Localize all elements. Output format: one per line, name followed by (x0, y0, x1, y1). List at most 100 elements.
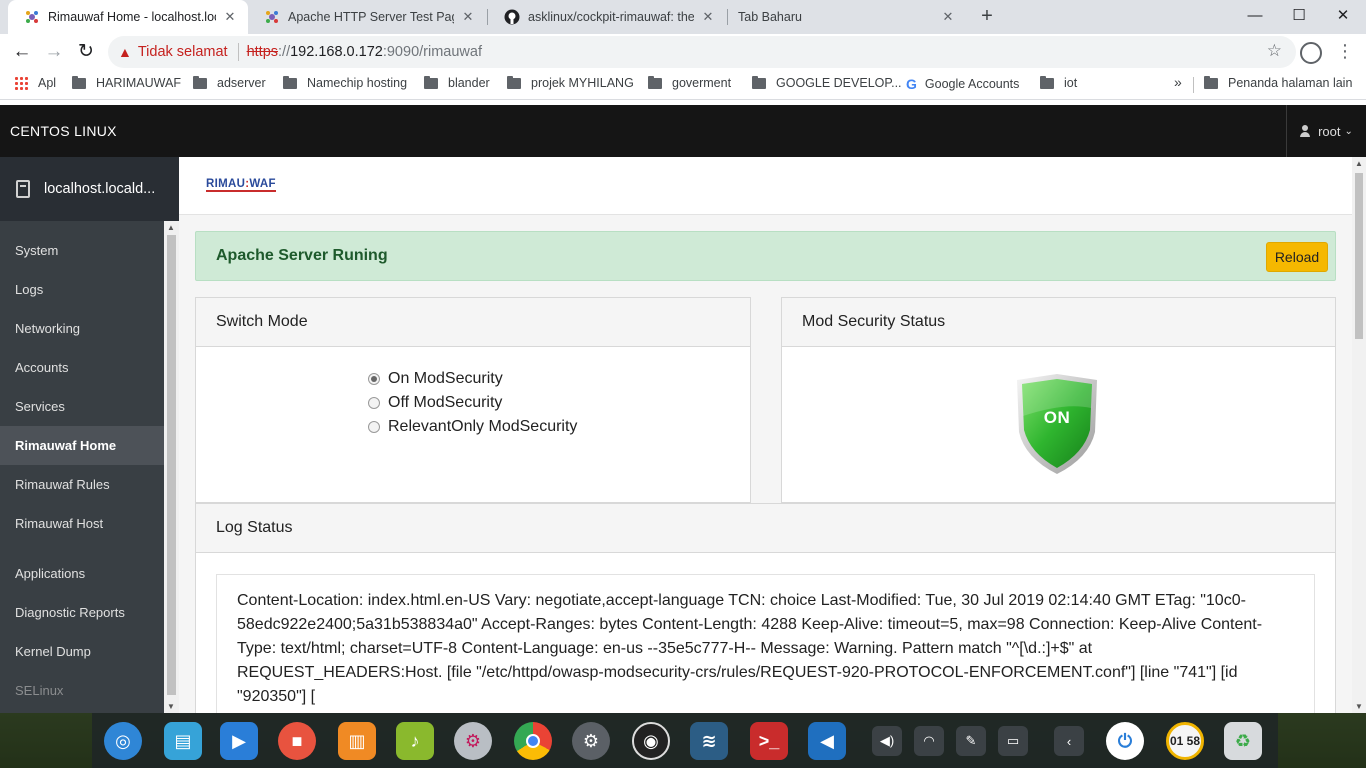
terminal-icon[interactable]: >_ (750, 722, 788, 760)
extension-icon[interactable] (1300, 42, 1322, 64)
sidebar-item-accounts[interactable]: Accounts (0, 348, 164, 387)
host-switcher[interactable]: localhost.locald... (0, 157, 179, 221)
power-icon[interactable]: ⏻ (1106, 722, 1144, 760)
tab-rimauwaf-home[interactable]: Rimauwaf Home - localhost.loc ✕ (8, 0, 248, 34)
cockpit-header: CENTOS LINUX root ⌄ (0, 105, 1366, 157)
bookmark-folder[interactable]: Namechip hosting (283, 75, 407, 90)
radio-off-modsecurity[interactable]: Off ModSecurity (368, 394, 502, 412)
sidebar-item-logs[interactable]: Logs (0, 270, 164, 309)
rimauwaf-logo: RIMAU:WAF (206, 178, 276, 192)
scroll-down-icon[interactable]: ▼ (167, 702, 175, 711)
address-bar[interactable]: ▲ Tidak selamat https://192.168.0.172:90… (108, 36, 1296, 68)
folder-icon (648, 75, 662, 89)
other-bookmarks[interactable]: Penanda halaman lain (1204, 75, 1352, 90)
user-menu[interactable]: root ⌄ (1286, 105, 1366, 157)
settings-gear-icon[interactable]: ⚙ (454, 722, 492, 760)
main-scrollbar[interactable]: ▲ ▼ (1352, 157, 1366, 713)
dock: ◎ ▤ ▶ ■ ▥ ♪ ⚙ ⚙ ◉ ≋ >_ ◀ ◀) ◠ ✎ ▭ ‹ ⏻ 01… (92, 713, 1278, 768)
bookmark-google-accounts[interactable]: G Google Accounts (906, 76, 1019, 92)
maximize-button[interactable]: ☐ (1277, 0, 1321, 34)
back-button[interactable]: ← (8, 38, 36, 66)
music-player-icon[interactable]: ♪ (396, 722, 434, 760)
panel-header: Mod Security Status (782, 298, 1335, 347)
tab-github-repo[interactable]: asklinux/cockpit-rimauwaf: the ✕ (488, 0, 726, 34)
brand-title: CENTOS LINUX (10, 123, 117, 139)
reload-button[interactable]: ↻ (72, 38, 100, 66)
close-window-button[interactable]: ✕ (1321, 0, 1365, 34)
bookmark-star-icon[interactable]: ☆ (1267, 41, 1282, 61)
url-scheme: https (246, 44, 279, 60)
panel-title: Mod Security Status (802, 313, 946, 330)
radio-button[interactable] (368, 397, 380, 409)
sidebar-item-rimauwaf-home[interactable]: Rimauwaf Home (0, 426, 164, 465)
volume-icon[interactable]: ◀) (872, 726, 902, 756)
tab-apache-test-page[interactable]: Apache HTTP Server Test Page ✕ (248, 0, 486, 34)
forward-button[interactable]: → (40, 38, 68, 66)
bookmark-folder[interactable]: iot (1040, 75, 1078, 90)
radio-button[interactable] (368, 421, 380, 433)
bookmark-apps[interactable]: Apl (14, 76, 56, 90)
sidebar-item-system[interactable]: System (0, 231, 164, 270)
chrome-icon[interactable] (514, 722, 552, 760)
log-status-panel: Log Status Content-Location: index.html.… (195, 503, 1336, 713)
panel-header: Switch Mode (196, 298, 750, 347)
sidebar-item-selinux[interactable]: SELinux (0, 671, 164, 710)
scroll-down-icon[interactable]: ▼ (1355, 702, 1363, 711)
browser-menu-icon[interactable]: ⋮ (1336, 41, 1354, 62)
launcher-icon[interactable]: ◎ (104, 722, 142, 760)
close-tab-icon[interactable]: ✕ (222, 9, 238, 25)
minimize-button[interactable]: — (1233, 0, 1277, 34)
radio-button[interactable] (368, 373, 380, 385)
reload-button[interactable]: Reload (1266, 242, 1328, 272)
trash-icon[interactable]: ♻ (1224, 722, 1262, 760)
radio-relevantonly-modsecurity[interactable]: RelevantOnly ModSecurity (368, 418, 577, 436)
scroll-up-icon[interactable]: ▲ (1355, 159, 1363, 168)
sidebar-scroll-thumb[interactable] (167, 235, 176, 695)
video-player-icon[interactable]: ▶ (220, 722, 258, 760)
steam-icon[interactable]: ⚙ (572, 722, 610, 760)
tab-new-tab[interactable]: Tab Baharu ✕ (728, 0, 966, 34)
sidebar-item-rimauwaf-rules[interactable]: Rimauwaf Rules (0, 465, 164, 504)
bookmark-folder[interactable]: projek MYHILANG (507, 75, 634, 90)
bookmarks-overflow-button[interactable]: » (1174, 74, 1182, 90)
obs-studio-icon[interactable]: ◉ (632, 722, 670, 760)
mysql-workbench-icon[interactable]: ≋ (690, 722, 728, 760)
sidebar-item-diagnostic-reports[interactable]: Diagnostic Reports (0, 593, 164, 632)
sidebar-item-rimauwaf-host[interactable]: Rimauwaf Host (0, 504, 164, 543)
close-tab-icon[interactable]: ✕ (940, 9, 956, 25)
bookmark-folder[interactable]: GOOGLE DEVELOP... (752, 75, 902, 90)
app-logo-bar: RIMAU:WAF (179, 157, 1352, 215)
bookmark-folder[interactable]: adserver (193, 75, 266, 90)
clock-icon[interactable]: 01 58 (1166, 722, 1204, 760)
switch-mode-panel: Switch Mode On ModSecurity Off ModSecuri… (195, 297, 751, 503)
close-tab-icon[interactable]: ✕ (460, 9, 476, 25)
sidebar-item-kernel-dump[interactable]: Kernel Dump (0, 632, 164, 671)
sidebar-item-services[interactable]: Services (0, 387, 164, 426)
sidebar-item-networking[interactable]: Networking (0, 309, 164, 348)
bookmark-folder[interactable]: HARIMAUWAF (72, 75, 181, 90)
wifi-icon[interactable]: ◠ (914, 726, 944, 756)
pen-icon[interactable]: ✎ (956, 726, 986, 756)
screen-recorder-icon[interactable]: ■ (278, 722, 316, 760)
warning-triangle-icon: ▲ (118, 44, 132, 60)
file-manager-icon[interactable]: ▤ (164, 722, 202, 760)
scroll-up-icon[interactable]: ▲ (167, 223, 175, 232)
battery-icon[interactable]: ▭ (998, 726, 1028, 756)
sidebar-scrollbar[interactable]: ▲ ▼ (164, 221, 179, 713)
vscode-icon[interactable]: ◀ (808, 722, 846, 760)
sidebar-item-applications[interactable]: Applications (0, 554, 164, 593)
github-icon (504, 9, 520, 25)
cockpit-sidebar: localhost.locald... System Logs Networki… (0, 157, 179, 713)
bookmark-folder[interactable]: goverment (648, 75, 731, 90)
user-icon (1300, 125, 1311, 137)
radio-on-modsecurity[interactable]: On ModSecurity (368, 370, 503, 388)
collapse-tray-icon[interactable]: ‹ (1054, 726, 1084, 756)
main-scroll-thumb[interactable] (1355, 173, 1363, 339)
security-status[interactable]: Tidak selamat (138, 44, 228, 60)
close-tab-icon[interactable]: ✕ (700, 9, 716, 25)
bookmark-label: iot (1064, 76, 1078, 90)
new-tab-button[interactable]: + (975, 5, 999, 29)
bookmark-folder[interactable]: blander (424, 75, 490, 90)
folder-icon (193, 75, 207, 89)
app-store-icon[interactable]: ▥ (338, 722, 376, 760)
